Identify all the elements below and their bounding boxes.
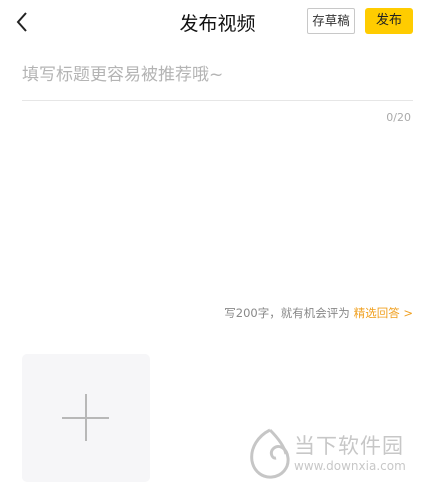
- char-counter: 0/20: [386, 111, 411, 124]
- publish-button[interactable]: 发布: [365, 8, 413, 34]
- title-input[interactable]: [22, 60, 412, 90]
- add-video-button[interactable]: [22, 354, 150, 482]
- watermark-name: 当下软件园: [294, 434, 404, 458]
- watermark: 当下软件园 www.downxia.com: [248, 428, 418, 480]
- featured-hint-text: 写200字，就有机会评为: [224, 306, 350, 320]
- featured-hint: 写200字，就有机会评为 精选回答 >: [224, 305, 413, 321]
- divider: [22, 100, 413, 101]
- top-bar: 发布视频 存草稿 发布: [0, 0, 435, 44]
- save-draft-button[interactable]: 存草稿: [307, 8, 355, 34]
- watermark-url: www.downxia.com: [294, 459, 406, 473]
- downxia-logo-icon: [250, 428, 290, 479]
- featured-answer-link[interactable]: 精选回答 >: [354, 306, 413, 320]
